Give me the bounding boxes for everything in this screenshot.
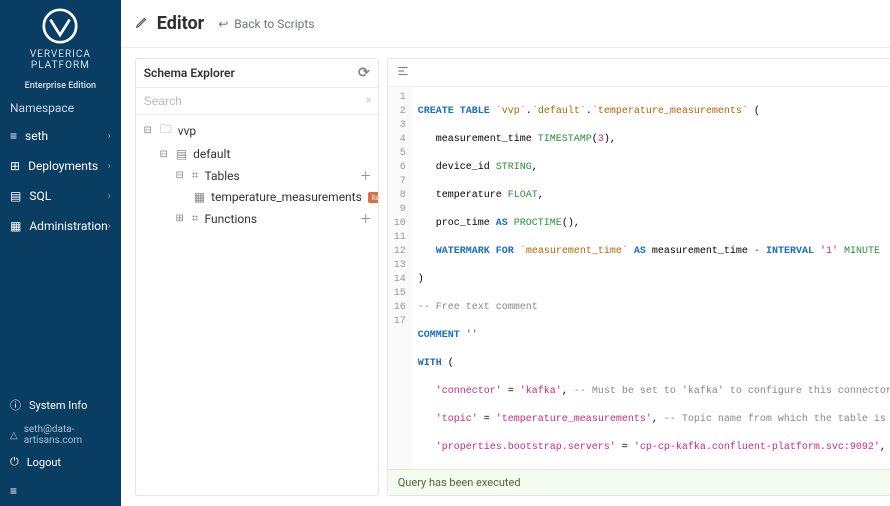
schema-explorer-panel: Schema Explorer ⟳ × ⊟ 🗀 vvp ⊟ ▤ default (135, 58, 379, 496)
sidebar-nav: ≡ seth › ⊞ Deployments › ▤ SQL › ▦ Administr… (0, 121, 121, 241)
platform-name: VERVERICA PLATFORM (0, 49, 121, 71)
expand-icon[interactable]: ⊞ (174, 213, 186, 224)
catalog-label: vvp (178, 124, 196, 138)
admin-icon: ▦ (10, 219, 21, 233)
namespace-heading: Namespace (0, 91, 121, 119)
add-function-button[interactable]: ＋ (360, 210, 372, 227)
chevron-right-icon: › (108, 191, 111, 202)
table-name: temperature_measurements (211, 190, 362, 204)
schema-tree: ⊟ 🗀 vvp ⊟ ▤ default ⊟ ⌗ Tables ＋ ▦ (136, 115, 378, 495)
status-bar: Query has been executed × (388, 469, 890, 495)
editor-toolbar: Validate Run (388, 59, 890, 87)
clear-search-button[interactable]: × (365, 93, 371, 107)
content: Schema Explorer ⟳ × ⊟ 🗀 vvp ⊟ ▤ default (121, 48, 890, 506)
nav-deployments[interactable]: ⊞ Deployments › (0, 151, 121, 181)
sql-icon: ▤ (10, 189, 21, 203)
tree-node-functions[interactable]: ⊞ ⌗ Functions ＋ (136, 207, 378, 230)
badge-kafka: kafka (368, 192, 378, 203)
collapse-icon[interactable]: ⊟ (142, 125, 154, 136)
nav-sql[interactable]: ▤ SQL › (0, 181, 121, 211)
chevron-right-icon: › (108, 161, 111, 172)
edition-label: Enterprise Edition (0, 81, 121, 91)
collapse-icon[interactable]: ⊟ (158, 149, 170, 160)
nav-label: seth (25, 129, 48, 143)
chevron-right-icon: › (108, 131, 111, 142)
tables-icon: ⌗ (192, 168, 199, 183)
page-header: Editor ↩ Back to Scripts Save as Script (121, 0, 890, 48)
sidebar-collapse[interactable]: ≡ (0, 476, 121, 506)
database-icon: ▤ (176, 147, 187, 161)
logout-link[interactable]: ⏻ Logout (0, 448, 121, 476)
nav-label: Administration (29, 219, 107, 233)
tree-node-table-item[interactable]: ▦ temperature_measurements kafka avro-co… (136, 187, 378, 207)
system-info-link[interactable]: ⓘ System Info (0, 390, 121, 420)
code-editor[interactable]: 1234567891011121314151617 CREATE TABLE `… (388, 87, 890, 469)
user-email: seth@data-artisans.com (24, 424, 111, 446)
format-button[interactable] (396, 63, 410, 82)
collapse-icon: ≡ (10, 484, 17, 498)
back-label: Back to Scripts (234, 17, 314, 31)
status-message: Query has been executed (398, 476, 521, 489)
platform-logo-icon (42, 8, 78, 44)
line-gutter: 1234567891011121314151617 (388, 87, 412, 469)
power-icon: ⏻ (10, 455, 19, 469)
sidebar: VERVERICA PLATFORM Enterprise Edition Na… (0, 0, 121, 506)
nav-namespace-seth[interactable]: ≡ seth › (0, 121, 121, 151)
sidebar-bottom: ⓘ System Info △ seth@data-artisans.com ⏻ L… (0, 390, 121, 506)
code-body[interactable]: CREATE TABLE `vvp`.`default`.`temperatur… (412, 87, 890, 469)
user-icon: △ (10, 430, 18, 441)
deployments-icon: ⊞ (10, 159, 20, 173)
functions-icon: ⌗ (192, 211, 199, 226)
collapse-icon[interactable]: ⊟ (174, 170, 186, 181)
folder-icon: 🗀 (160, 120, 172, 141)
nav-administration[interactable]: ▦ Administration › (0, 211, 121, 241)
system-info-label: System Info (29, 399, 87, 412)
nav-label: SQL (29, 189, 51, 203)
logout-label: Logout (27, 456, 61, 469)
functions-label: Functions (205, 212, 258, 226)
logo-area: VERVERICA PLATFORM (0, 0, 121, 75)
tree-node-catalog[interactable]: ⊟ 🗀 vvp (136, 117, 378, 144)
tree-node-database[interactable]: ⊟ ▤ default (136, 144, 378, 164)
list-icon: ≡ (10, 129, 17, 143)
refresh-button[interactable]: ⟳ (358, 65, 370, 81)
tables-label: Tables (205, 169, 240, 183)
page-title: Editor (157, 13, 204, 34)
back-to-scripts-link[interactable]: ↩ Back to Scripts (218, 17, 314, 31)
user-indicator: △ seth@data-artisans.com (0, 420, 121, 448)
pencil-icon (135, 14, 149, 33)
main: Editor ↩ Back to Scripts Save as Script … (121, 0, 890, 506)
tree-node-tables[interactable]: ⊟ ⌗ Tables ＋ (136, 164, 378, 187)
nav-label: Deployments (28, 159, 98, 173)
back-icon: ↩ (218, 17, 228, 31)
add-table-button[interactable]: ＋ (360, 167, 372, 184)
table-icon: ▦ (194, 190, 205, 204)
chevron-right-icon: › (108, 221, 111, 232)
database-label: default (193, 147, 230, 161)
schema-explorer-title: Schema Explorer (144, 66, 235, 80)
schema-search-input[interactable] (136, 88, 378, 114)
editor-panel: Validate Run 1234567891011121314151617 C… (387, 58, 890, 496)
info-icon: ⓘ (10, 397, 21, 413)
